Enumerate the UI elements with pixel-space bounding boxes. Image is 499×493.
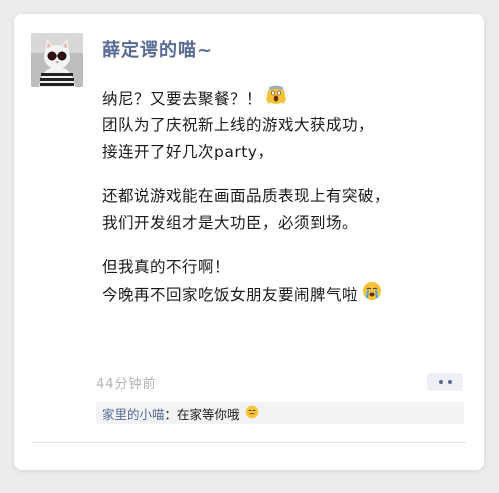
more-dots-icon <box>438 380 443 384</box>
crying-face-emoji-icon <box>362 281 382 310</box>
post-line-text: 今晚再不回家吃饭女朋友要闹脾气啦 <box>102 286 359 304</box>
post-line: 还都说游戏能在画面品质表现上有突破， <box>102 187 391 205</box>
screaming-face-emoji-icon <box>266 85 286 114</box>
divider <box>31 442 466 443</box>
more-dots-button[interactable] <box>427 373 463 391</box>
more-dots-icon <box>447 380 452 384</box>
post-line: 纳尼？又要去聚餐？！ <box>102 85 462 112</box>
comment-separator: ： <box>164 406 178 422</box>
moments-post-card: 薛定谔的喵~ 纳尼？又要去聚餐？！ 团队为了庆祝新上线的游戏大获成功， 接连开了… <box>14 14 484 470</box>
post-timestamp: 44分钟前 <box>96 377 157 392</box>
post-line-text: 纳尼？又要去聚餐？！ <box>102 90 263 108</box>
comment-text: 在家等你哦 <box>177 406 240 422</box>
post-line: 接连开了好几次party， <box>102 143 274 161</box>
post-line: 但我真的不行啊！ <box>102 258 231 276</box>
smirk-face-emoji-icon <box>245 405 259 422</box>
avatar[interactable] <box>31 33 83 87</box>
post-username[interactable]: 薛定谔的喵~ <box>102 36 213 62</box>
comment-row[interactable]: 家里的小喵：在家等你哦 <box>96 402 464 424</box>
post-content: 纳尼？又要去聚餐？！ 团队为了庆祝新上线的游戏大获成功， 接连开了好几次part… <box>102 85 462 308</box>
post-line: 我们开发组才是大功臣，必须到场。 <box>102 214 359 232</box>
comment-username[interactable]: 家里的小喵 <box>102 404 165 423</box>
cat-avatar-icon <box>31 33 83 87</box>
post-line: 今晚再不回家吃饭女朋友要闹脾气啦 <box>102 281 462 308</box>
post-line: 团队为了庆祝新上线的游戏大获成功， <box>102 116 375 134</box>
